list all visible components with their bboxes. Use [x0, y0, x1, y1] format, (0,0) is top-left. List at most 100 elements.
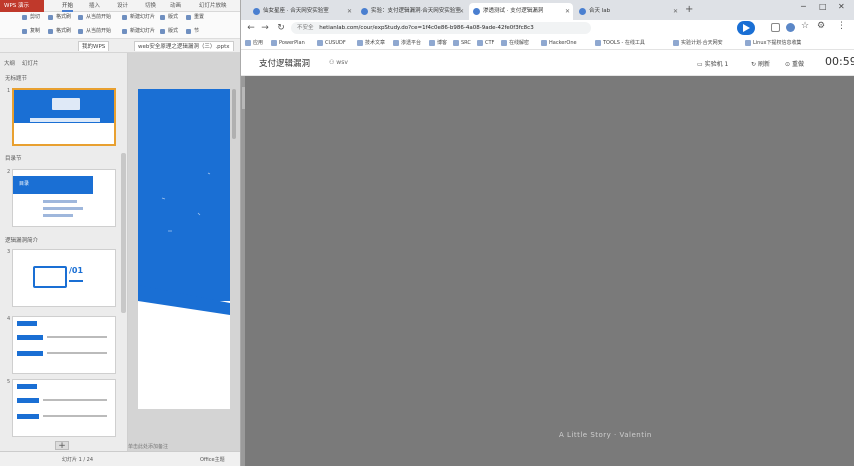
refresh-icon: ↻: [751, 61, 758, 68]
browser-tab-3[interactable]: 渗透测试 · 支付逻辑漏洞 ✕: [469, 3, 573, 20]
slide-thumb-5[interactable]: [12, 379, 116, 437]
tab-favicon-icon: [579, 8, 586, 15]
settings-icon[interactable]: ⚙: [817, 21, 825, 31]
close-icon[interactable]: ✕: [565, 3, 570, 20]
section-intro[interactable]: 逻辑漏洞简介: [5, 236, 38, 244]
close-icon[interactable]: ✕: [347, 3, 352, 20]
forward-icon[interactable]: →: [259, 22, 271, 34]
recording-overlay-icon[interactable]: [737, 21, 755, 35]
section-untitled[interactable]: 无标题节: [5, 74, 27, 82]
doctab-current-file[interactable]: web安全原理之逻辑漏洞（三）.pptx: [134, 41, 234, 51]
browser-tab-2[interactable]: 实验：支付逻辑漏洞·合天网安实验室 ✕: [357, 3, 467, 20]
close-icon[interactable]: ✕: [459, 3, 464, 20]
from-current-button[interactable]: 从当前开始: [78, 27, 111, 36]
cut-button[interactable]: 剪切: [22, 13, 40, 22]
doctab-my-wps[interactable]: 我的WPS: [78, 41, 110, 51]
star-icon[interactable]: ☆: [801, 21, 809, 31]
slide-thumb-2[interactable]: 目录: [12, 169, 116, 227]
reload-icon[interactable]: ↻: [275, 22, 287, 34]
slide-number: 1: [7, 88, 11, 94]
address-bar: ← → ↻ 不安全 hetianlab.com/cour/expStudy.do…: [241, 20, 854, 36]
new-tab-button[interactable]: +: [685, 4, 693, 16]
document-tabs: 我的WPS web安全原理之逻辑漏洞（三）.pptx: [0, 39, 240, 53]
slide-thumb-1[interactable]: [12, 88, 116, 146]
bookmark-src[interactable]: SRC: [453, 38, 471, 48]
wps-title-bar: WPS 演示 开始 插入 设计 切换 动画 幻灯片放映: [0, 0, 240, 12]
countdown-timer: 00:59: [825, 55, 854, 68]
play-from-current-button[interactable]: 从当前开始: [78, 13, 111, 22]
redo-button[interactable]: ⊙ 重做: [785, 59, 804, 68]
panel-scrollbar[interactable]: [121, 153, 126, 313]
thumb-title: 目录: [19, 181, 30, 187]
theme-name: Office主题: [200, 457, 225, 463]
slide-number: 5: [7, 379, 11, 385]
bookmark-tools[interactable]: TOOLS - 在线工具: [595, 38, 645, 48]
remote-desktop-view[interactable]: A Little Story · Valentin: [245, 76, 854, 466]
bookmark-linux[interactable]: Linux下提权信息收集: [745, 38, 801, 48]
lab-machine-button[interactable]: ▭ 实验机 1: [697, 59, 728, 68]
security-label[interactable]: 不安全: [297, 25, 314, 31]
slide-panel: 大纲 幻灯片 无标题节 1 目录节 2 目录 逻辑漏洞简介 3 /01 4 5: [0, 53, 128, 451]
section-button[interactable]: 节: [186, 27, 199, 36]
layout-dropdown[interactable]: 版式: [160, 27, 178, 36]
notes-area[interactable]: 单击此处添加备注: [128, 443, 168, 450]
bookmark-decrypt[interactable]: 在线解密: [501, 38, 529, 48]
menu-tab-animation[interactable]: 动画: [170, 0, 181, 12]
reset-button[interactable]: 重置: [186, 13, 204, 22]
close-icon[interactable]: ✕: [673, 3, 678, 20]
format-button[interactable]: 格式刷: [48, 27, 71, 36]
redo-icon: ⊙: [785, 61, 792, 68]
section-toc[interactable]: 目录节: [5, 154, 22, 162]
back-icon[interactable]: ←: [245, 22, 257, 34]
menu-tab-design[interactable]: 设计: [117, 0, 128, 12]
bookmark-powerplan[interactable]: PowerPlan: [271, 38, 305, 48]
slide-blue-band: [138, 89, 230, 301]
bookmark-articles[interactable]: 技术文章: [357, 38, 385, 48]
refresh-button[interactable]: ↻ 刷新: [751, 59, 770, 68]
close-window-icon[interactable]: ✕: [838, 2, 845, 11]
bookmark-apps[interactable]: 应用: [245, 38, 263, 48]
wps-app-tab[interactable]: WPS 演示: [0, 0, 44, 12]
tab-favicon-icon: [361, 8, 368, 15]
refresh-label: 刷新: [757, 61, 770, 68]
url-input[interactable]: 不安全 hetianlab.com/cour/expStudy.do?ce=1f…: [291, 22, 591, 34]
menu-tab-slideshow[interactable]: 幻灯片放映: [199, 0, 227, 12]
format-painter-button[interactable]: 格式刷: [48, 13, 71, 22]
layout-button[interactable]: 版式: [160, 13, 178, 22]
slide-editor: 单击此处添加备注: [128, 53, 240, 451]
menu-tab-transition[interactable]: 切换: [145, 0, 156, 12]
bookmarks-bar: 应用 PowerPlan CUSUDF 技术文章 渗透平台 博客 SRC CTF…: [241, 36, 854, 50]
bookmark-pentest[interactable]: 渗透平台: [393, 38, 421, 48]
slide-thumb-3[interactable]: /01: [12, 249, 116, 307]
add-slide-button[interactable]: +: [55, 441, 69, 451]
menu-icon[interactable]: ⋮: [837, 21, 846, 31]
bookmark-cusudf[interactable]: CUSUDF: [317, 38, 346, 48]
browser-tab-1[interactable]: 仙女星座 · 合天网安实验室 ✕: [249, 3, 355, 20]
editor-scrollbar[interactable]: [232, 89, 236, 139]
page-title: 支付逻辑漏洞: [259, 59, 311, 69]
bookmark-hetian[interactable]: 实验计划·合天网安: [673, 38, 723, 48]
slide-thumb-4[interactable]: [12, 316, 116, 374]
new-slide-button[interactable]: 新建幻灯片: [122, 13, 155, 22]
bookmark-ctf[interactable]: CTF: [477, 38, 494, 48]
watermark-text: A Little Story · Valentin: [559, 431, 652, 439]
tab-favicon-icon: [473, 8, 480, 15]
tab-outline[interactable]: 大纲: [4, 59, 15, 69]
tab-title: 合天 lab: [589, 8, 611, 14]
tab-title: 实验：支付逻辑漏洞·合天网安实验室: [371, 8, 461, 14]
menu-tab-insert[interactable]: 插入: [89, 0, 100, 12]
menu-tab-home[interactable]: 开始: [62, 0, 74, 12]
maximize-icon[interactable]: □: [819, 2, 827, 11]
thumb-big-num: /01: [69, 266, 84, 275]
browser-tab-4[interactable]: 合天 lab ✕: [575, 3, 681, 20]
bookmark-hackerone[interactable]: HackerOne: [541, 38, 577, 48]
copy-button[interactable]: 复制: [22, 27, 40, 36]
tab-slides[interactable]: 幻灯片: [22, 59, 39, 69]
bookmark-blog[interactable]: 博客: [429, 38, 447, 48]
profile-icon[interactable]: [786, 23, 795, 32]
tab-title: 仙女星座 · 合天网安实验室: [263, 8, 329, 14]
slide-number: 3: [7, 249, 11, 255]
minimize-icon[interactable]: ─: [801, 2, 806, 11]
extension-icon[interactable]: [771, 23, 780, 32]
new-slide-dropdown[interactable]: 新建幻灯片: [122, 27, 155, 36]
